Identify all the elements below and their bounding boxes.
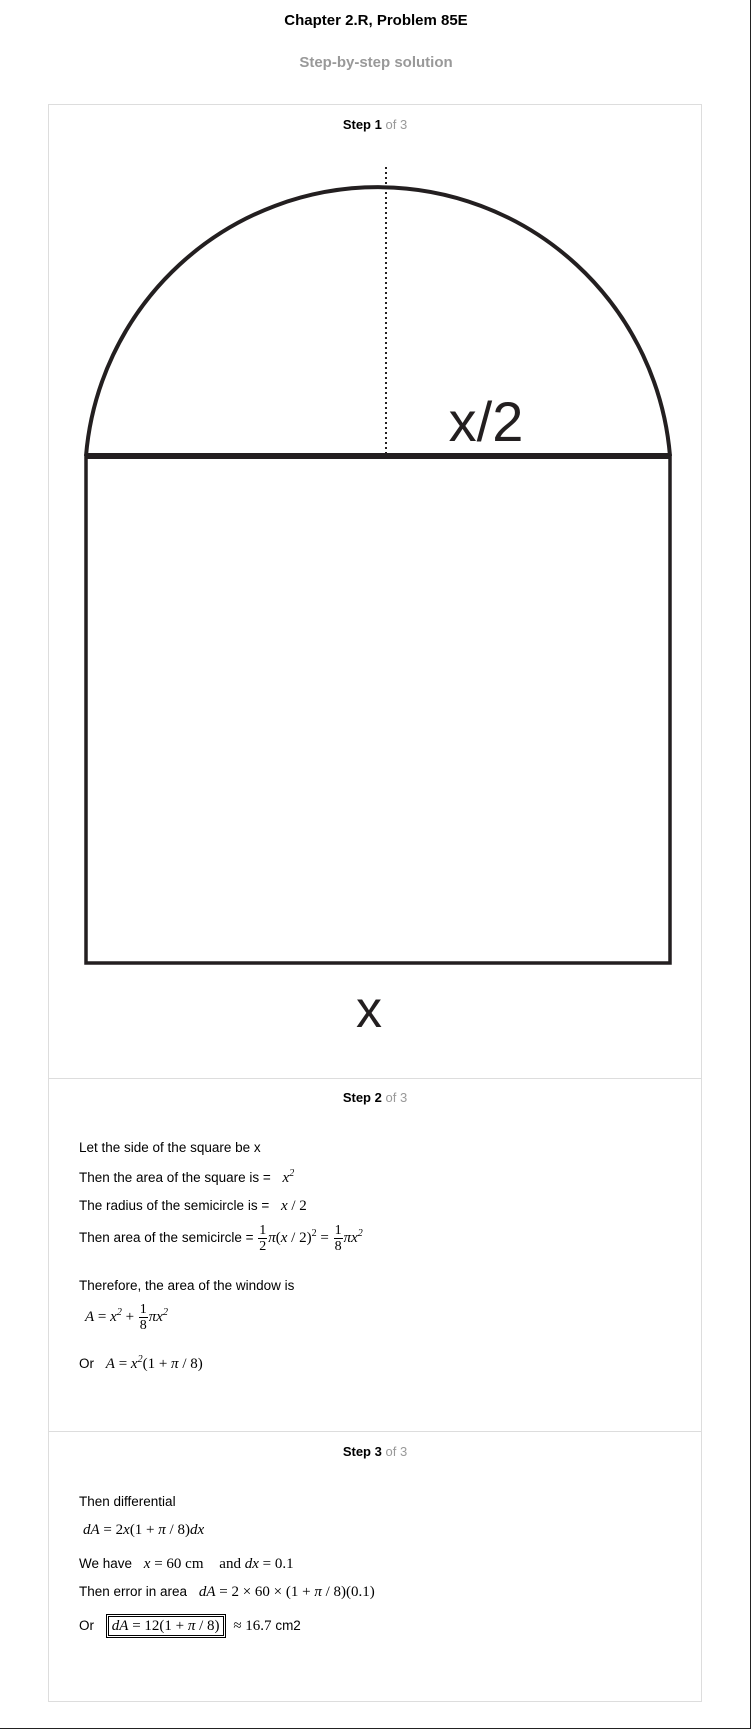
step-2-panel: Step 2 of 3 Let the side of the square b… [48,1078,702,1432]
line-text: Or [79,1618,94,1633]
step-3-line-2: dA = 2x(1 + π / 8)dx [83,1522,204,1539]
step-label: Step [342,1444,371,1459]
fraction: 12 [258,1223,268,1254]
step-2-line-1: Let the side of the square be x [79,1140,261,1155]
equation: A = x2 + [85,1307,138,1326]
equation: dA = 2 × 60 × (1 + π / 8)(0.1) [198,1584,375,1600]
step-number: 2 [374,1090,382,1105]
line-text: Then the area of the square is = [79,1170,271,1185]
fraction: 18 [138,1302,148,1333]
step-3-line-5: Or dA = 12(1 + π / 8) ≈ 16.7 cm2 [79,1614,301,1638]
equation: x2 [282,1168,295,1186]
equation: x = 60 cm [143,1556,204,1572]
step-2-line-7: Or A = x2(1 + π / 8) [79,1354,203,1373]
step-3-header: Step 3 of 3 [49,1444,701,1459]
step-count: of 3 [385,1090,408,1105]
side-label: x [356,981,382,1039]
step-3-panel: Step 3 of 3 Then differential dA = 2x(1 … [48,1431,702,1702]
equation: dA = 2x(1 + π / 8)dx [83,1522,205,1538]
step-label: Step [342,1090,371,1105]
page-subtitle: Step-by-step solution [299,54,453,71]
step-2-header: Step 2 of 3 [49,1090,701,1105]
line-text: Then area of the semicircle = [79,1230,254,1246]
window-figure: x/2 x [84,167,672,1039]
line-text: The radius of the semicircle is = [79,1198,270,1213]
equation: A = x2(1 + π / 8) [105,1354,203,1372]
equation: x / 2 [280,1198,307,1214]
radius-label: x/2 [449,390,524,453]
step-3-line-1: Then differential [79,1494,176,1509]
step-3-line-3: We have x = 60 cm and dx = 0.1 [79,1556,294,1573]
fraction: 18 [333,1223,343,1254]
step-number: 3 [374,1444,382,1459]
line-text: Or [79,1356,94,1371]
equation: πx2 [148,1307,168,1326]
step-2-line-2: Then the area of the square is = x2 [79,1168,294,1187]
step-1-panel: Step 1 of 3 x/2 x [48,104,702,1079]
line-text: We have [79,1556,133,1571]
equation: π(x / 2)2 = [268,1228,333,1247]
boxed-equation: dA = 12(1 + π / 8) [105,1614,226,1638]
line-text: and [219,1556,241,1572]
step-2-line-6: A = x2 + 1 8 πx2 [85,1302,168,1333]
step-2-line-5: Therefore, the area of the window is [79,1278,295,1293]
step-2-line-3: The radius of the semicircle is = x / 2 [79,1198,307,1215]
equation: πx2 [343,1228,363,1247]
line-text: Then error in area [79,1584,188,1599]
equation: ≈ 16.7 [233,1618,272,1634]
square-shape [84,454,672,965]
page-title: Chapter 2.R, Problem 85E [284,12,468,29]
step-count: of 3 [385,1444,408,1459]
equation: dx = 0.1 [244,1556,294,1572]
step-3-line-4: Then error in area dA = 2 × 60 × (1 + π … [79,1584,375,1601]
semicircle-arc [84,185,672,457]
step-2-line-4: Then area of the semicircle = 1 2 π(x / 2)… [79,1223,363,1254]
unit-text: cm2 [275,1618,301,1633]
